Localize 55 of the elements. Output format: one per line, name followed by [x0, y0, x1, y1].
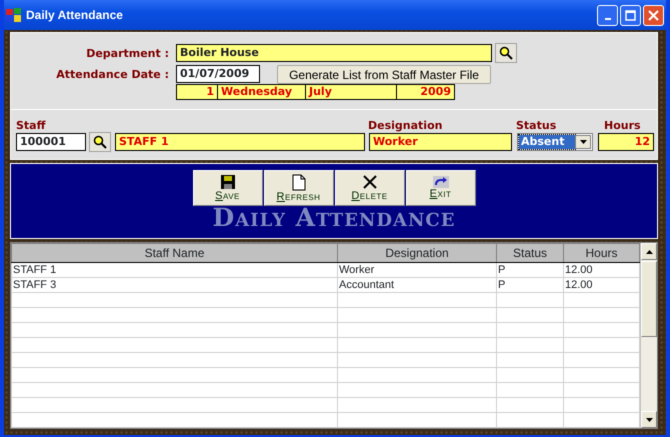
caret-down-icon	[580, 140, 586, 144]
column-header[interactable]: Designation	[338, 244, 496, 262]
app-icon	[5, 6, 22, 24]
delete-button[interactable]: Delete	[334, 170, 404, 206]
staff-code-field[interactable]: 100001	[16, 133, 86, 151]
table-cell: STAFF 3	[12, 278, 338, 292]
generate-list-button[interactable]: Generate List from Staff Master File	[277, 65, 491, 84]
table-cell: 12.00	[564, 262, 640, 278]
caret-down-icon	[646, 418, 652, 422]
minimize-icon	[604, 18, 610, 20]
maximize-button[interactable]	[620, 4, 641, 26]
date-part-field: Wednesday	[217, 84, 306, 100]
date-part-field: 1	[176, 84, 218, 100]
staff-label: Staff	[16, 118, 47, 134]
designation-label: Designation	[368, 118, 444, 134]
date-part-field: 2009	[396, 84, 455, 100]
table-cell: Worker	[338, 262, 496, 278]
refresh-button[interactable]: Refresh	[264, 170, 334, 206]
blank-page-icon	[292, 174, 306, 190]
date-field[interactable]: 01/07/2009	[176, 65, 260, 83]
save-button[interactable]: Save	[192, 170, 262, 206]
department-field[interactable]: Boiler House	[176, 44, 492, 62]
table-cell: P	[496, 278, 564, 292]
status-label: Status	[516, 118, 558, 134]
hours-label: Hours	[604, 118, 641, 134]
date-part-field: July	[305, 84, 397, 100]
close-button[interactable]	[643, 4, 664, 26]
close-icon	[648, 10, 659, 20]
table-cell: 12.00	[564, 278, 640, 292]
scroll-down-button[interactable]	[641, 411, 657, 428]
table-cell: STAFF 1	[12, 262, 338, 278]
staff-name-field[interactable]: STAFF 1	[115, 133, 365, 151]
designation-field[interactable]: Worker	[369, 133, 512, 151]
window-title: Daily Attendance	[26, 7, 124, 24]
date-label: Attendance Date :	[56, 68, 169, 81]
search-icon	[93, 135, 107, 149]
form-title: Daily Attendance	[212, 206, 456, 230]
scroll-up-button[interactable]	[641, 243, 657, 260]
cross-icon	[362, 174, 378, 190]
search-button[interactable]	[89, 132, 111, 152]
search-icon	[499, 46, 513, 60]
status-dropdown[interactable]: Absent	[517, 133, 593, 151]
maximize-icon	[625, 10, 636, 20]
department-label: Department :	[86, 46, 169, 60]
scrollbar-thumb[interactable]	[641, 261, 657, 336]
column-header[interactable]: Hours	[564, 244, 640, 262]
column-header[interactable]: Status	[496, 244, 564, 262]
exit-button[interactable]: Exit	[406, 170, 476, 206]
table-cell: Accountant	[338, 278, 496, 292]
minimize-button[interactable]	[597, 4, 618, 26]
hours-field[interactable]: 12	[598, 133, 654, 151]
column-header[interactable]: Staff Name	[12, 244, 338, 262]
caret-up-icon	[646, 250, 652, 254]
search-button[interactable]	[495, 43, 517, 63]
table-cell: P	[496, 262, 564, 278]
